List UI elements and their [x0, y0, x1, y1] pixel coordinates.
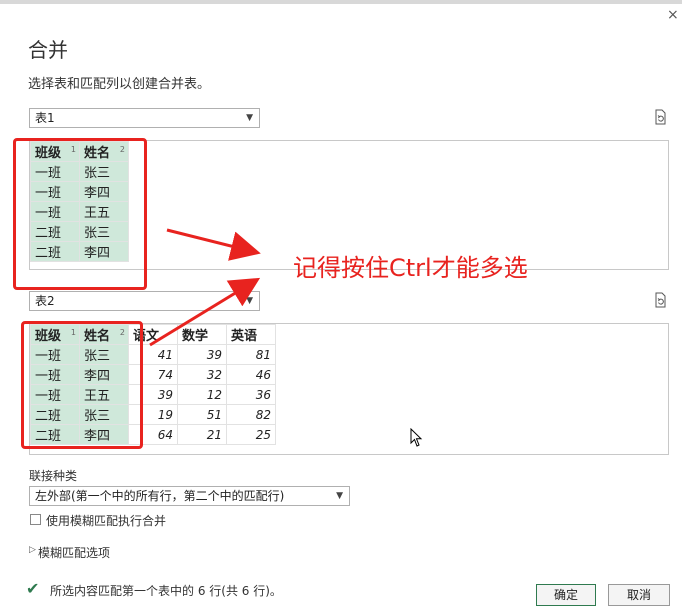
ok-button[interactable]: 确定	[536, 584, 596, 606]
chevron-down-icon: ▼	[336, 491, 343, 501]
annotation-text: 记得按住Ctrl才能多选	[293, 254, 528, 282]
fuzzy-match-label[interactable]: 使用模糊匹配执行合并	[46, 512, 166, 529]
checkmark-icon: ✔	[26, 579, 40, 598]
cancel-button[interactable]: 取消	[608, 584, 670, 606]
arrow-to-text	[166, 228, 261, 261]
fuzzy-options-toggle[interactable]: 模糊匹配选项	[38, 544, 110, 561]
fuzzy-match-checkbox[interactable]	[30, 514, 41, 525]
join-kind-value: 左外部(第一个中的所有行，第二个中的匹配行)	[35, 489, 285, 503]
match-status: 所选内容匹配第一个表中的 6 行(共 6 行)。	[50, 584, 282, 598]
mouse-cursor-icon	[410, 428, 423, 447]
join-kind-select[interactable]: 左外部(第一个中的所有行，第二个中的匹配行) ▼	[29, 486, 350, 506]
expand-triangle-icon[interactable]: ▷	[29, 545, 36, 555]
join-kind-label: 联接种类	[29, 469, 78, 483]
arrow-to-table2	[149, 277, 261, 347]
